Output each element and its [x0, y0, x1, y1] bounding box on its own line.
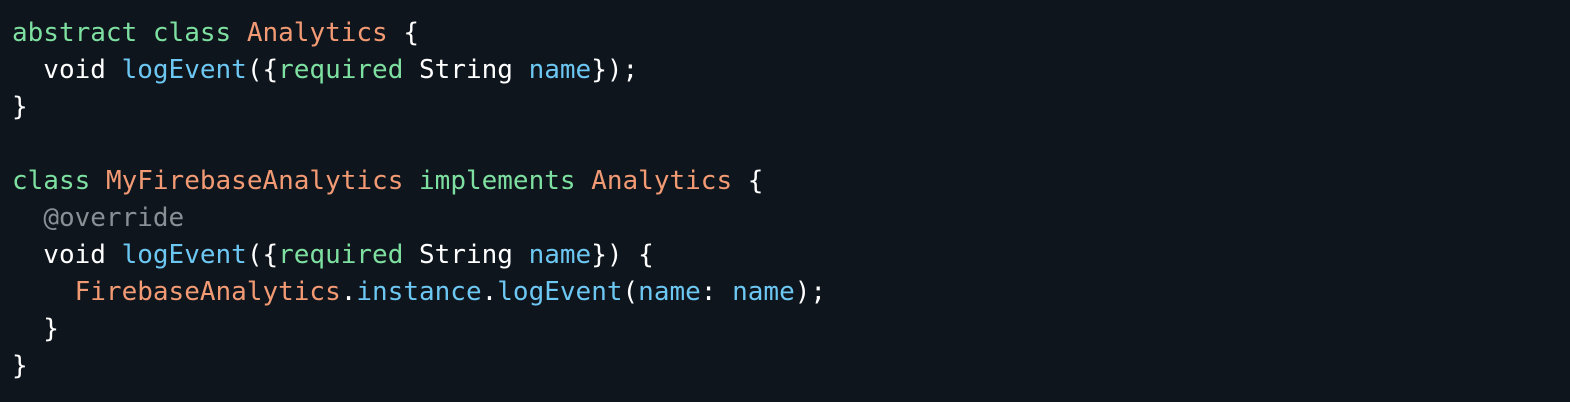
- code-token-plain: }) {: [591, 240, 654, 270]
- code-token-type: FirebaseAnalytics: [74, 277, 341, 307]
- code-block: abstract class Analytics { void logEvent…: [0, 0, 1570, 402]
- code-token-plain: ({: [246, 240, 279, 270]
- code-token-plain: String: [403, 240, 529, 270]
- code-line: void logEvent({required String name});: [12, 52, 1570, 89]
- code-token-keyword: abstract: [12, 18, 138, 48]
- code-token-member: logEvent: [121, 240, 247, 270]
- code-token-keyword: class: [152, 18, 232, 48]
- code-token-member: logEvent: [497, 277, 623, 307]
- code-line: }: [12, 89, 1570, 126]
- code-line: }: [12, 348, 1570, 385]
- code-lines: abstract class Analytics { void logEvent…: [12, 15, 1570, 385]
- code-token-member: instance: [356, 277, 482, 307]
- code-token-member: name: [528, 240, 592, 270]
- code-token-member: name: [732, 277, 795, 307]
- code-token-keyword: required: [278, 240, 404, 270]
- code-token-type: Analytics: [246, 18, 388, 48]
- code-token-plain: {: [732, 166, 764, 196]
- code-token-plain: (: [622, 277, 639, 307]
- code-token-member: name: [528, 55, 592, 85]
- code-token-type: Analytics: [591, 166, 733, 196]
- code-token-annotation: @override: [43, 203, 185, 233]
- code-token-plain: .: [340, 277, 357, 307]
- code-token-plain: }: [12, 314, 59, 344]
- code-line: abstract class Analytics {: [12, 15, 1570, 52]
- code-token-plain: :: [700, 277, 733, 307]
- code-token-plain: }: [12, 351, 28, 381]
- code-token-member: name: [638, 277, 701, 307]
- code-token-keyword: implements: [419, 166, 576, 196]
- code-token-plain: }: [12, 92, 28, 122]
- code-token-member: logEvent: [121, 55, 247, 85]
- code-token-plain: });: [591, 55, 639, 85]
- code-token-keyword: class: [12, 166, 91, 196]
- code-line: @override: [12, 200, 1570, 237]
- code-token-plain: );: [794, 277, 827, 307]
- code-line: FirebaseAnalytics.instance.logEvent(name…: [12, 274, 1570, 311]
- code-token-plain: void: [12, 240, 122, 270]
- code-line: void logEvent({required String name}) {: [12, 237, 1570, 274]
- code-token-type: MyFirebaseAnalytics: [105, 166, 404, 196]
- code-token-plain: ({: [246, 55, 279, 85]
- code-token-plain: String: [403, 55, 529, 85]
- code-token-plain: {: [387, 18, 420, 48]
- code-line: }: [12, 311, 1570, 348]
- code-token-plain: .: [481, 277, 498, 307]
- code-token-keyword: required: [278, 55, 404, 85]
- code-token-plain: void: [12, 55, 122, 85]
- code-line: class MyFirebaseAnalytics implements Ana…: [12, 163, 1570, 200]
